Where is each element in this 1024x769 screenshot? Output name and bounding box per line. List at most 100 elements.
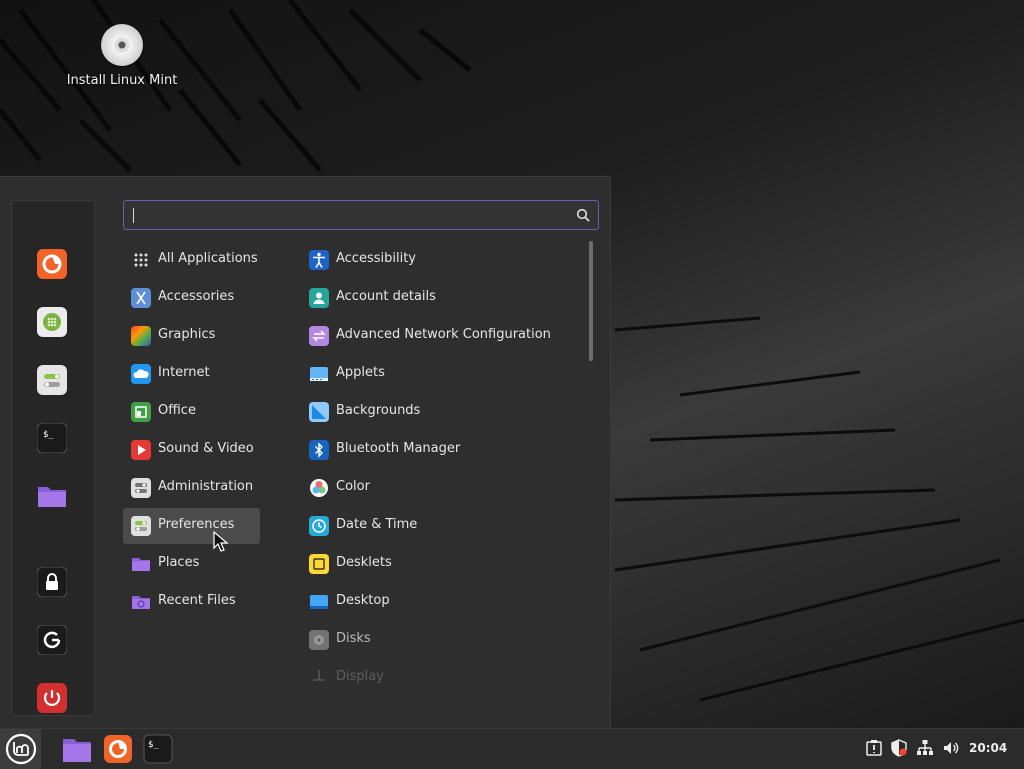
favorite-software-manager[interactable] <box>37 307 67 337</box>
app-label: Applets <box>336 365 385 380</box>
app-applets[interactable]: Applets <box>301 356 581 392</box>
bottom-panel: $_ 20:04 <box>0 728 1024 769</box>
panel-launcher-firefox[interactable] <box>102 733 134 765</box>
svg-text:$_: $_ <box>148 740 159 750</box>
applets-icon <box>309 364 329 384</box>
category-label: Administration <box>158 479 254 494</box>
app-label: Accessibility <box>336 251 416 266</box>
app-label: Display <box>336 669 384 684</box>
svg-text:$_: $_ <box>43 430 54 440</box>
app-label: Disks <box>336 631 371 646</box>
desktop-icon-install-linux-mint[interactable]: Install Linux Mint <box>62 24 182 88</box>
search-box[interactable] <box>123 200 599 230</box>
desklets-icon <box>309 554 329 574</box>
app-desktop[interactable]: Desktop <box>301 584 581 620</box>
disc-icon <box>101 24 143 66</box>
clock-icon <box>309 516 329 536</box>
category-internet[interactable]: Internet <box>123 356 260 392</box>
update-shield-icon[interactable] <box>890 739 908 757</box>
terminal-icon: $_ <box>143 734 173 764</box>
bluetooth-icon <box>309 440 329 460</box>
folder-icon <box>63 739 91 762</box>
category-office[interactable]: Office <box>123 394 260 430</box>
accessibility-icon <box>309 250 329 270</box>
lock-screen-button[interactable] <box>37 567 67 597</box>
category-graphics[interactable]: Graphics <box>123 318 260 354</box>
favorite-firefox[interactable] <box>37 249 67 279</box>
disks-icon <box>309 630 329 650</box>
panel-launcher-terminal[interactable]: $_ <box>142 733 174 765</box>
panel-clock[interactable]: 20:04 <box>969 741 1007 755</box>
app-bluetooth-manager[interactable]: Bluetooth Manager <box>301 432 581 468</box>
app-label: Desktop <box>336 593 390 608</box>
settings-icon <box>37 365 67 395</box>
firefox-icon <box>37 249 67 279</box>
favorite-files[interactable] <box>37 481 67 511</box>
app-account-details[interactable]: Account details <box>301 280 581 316</box>
app-label: Account details <box>336 289 436 304</box>
category-label: All Applications <box>158 251 258 266</box>
scissors-icon <box>131 288 151 308</box>
favorite-system-settings[interactable] <box>37 365 67 395</box>
notifications-icon[interactable] <box>865 739 883 757</box>
favorite-terminal[interactable]: $_ <box>37 423 67 453</box>
office-icon <box>131 402 151 422</box>
category-recent-files[interactable]: Recent Files <box>123 584 260 620</box>
category-accessories[interactable]: Accessories <box>123 280 260 316</box>
app-label: Advanced Network Configuration <box>336 327 551 342</box>
cloud-icon <box>131 364 151 384</box>
category-all-applications[interactable]: All Applications <box>123 242 260 278</box>
panel-launcher-files[interactable] <box>61 733 93 765</box>
toggles-icon <box>131 516 151 536</box>
color-icon <box>309 478 329 498</box>
desktop-icon-label: Install Linux Mint <box>66 73 178 88</box>
volume-icon[interactable] <box>942 739 960 757</box>
search-input[interactable] <box>138 205 562 227</box>
shutdown-button[interactable] <box>37 683 67 713</box>
category-preferences[interactable]: Preferences <box>123 508 260 544</box>
category-places[interactable]: Places <box>123 546 260 582</box>
desktop-icon <box>309 592 329 612</box>
folder-icon <box>38 487 66 507</box>
display-icon <box>309 668 329 688</box>
app-advanced-network-configuration[interactable]: Advanced Network Configuration <box>301 318 581 354</box>
app-display[interactable]: Display <box>301 660 581 696</box>
application-menu: $_ All Applications Accessories Graphics <box>0 176 611 728</box>
category-label: Graphics <box>158 327 216 342</box>
grid-icon <box>131 250 151 270</box>
logout-button[interactable] <box>37 625 67 655</box>
graphics-icon <box>131 326 151 346</box>
account-icon <box>309 288 329 308</box>
folder-icon <box>131 554 151 574</box>
app-color[interactable]: Color <box>301 470 581 506</box>
app-disks[interactable]: Disks <box>301 622 581 658</box>
app-backgrounds[interactable]: Backgrounds <box>301 394 581 430</box>
app-label: Desklets <box>336 555 392 570</box>
category-label: Recent Files <box>158 593 236 608</box>
recent-folder-icon <box>131 592 151 612</box>
app-label: Date & Time <box>336 517 418 532</box>
apps-scrollbar[interactable] <box>589 241 593 361</box>
category-label: Office <box>158 403 196 418</box>
app-label: Color <box>336 479 370 494</box>
app-accessibility[interactable]: Accessibility <box>301 242 581 278</box>
mouse-pointer-icon <box>213 531 229 552</box>
category-sound-video[interactable]: Sound & Video <box>123 432 260 468</box>
backgrounds-icon <box>309 402 329 422</box>
mint-menu-button[interactable] <box>0 729 41 769</box>
category-label: Accessories <box>158 289 235 304</box>
category-administration[interactable]: Administration <box>123 470 260 506</box>
lock-icon <box>37 567 67 597</box>
favorites-sidebar: $_ <box>11 200 95 716</box>
app-desklets[interactable]: Desklets <box>301 546 581 582</box>
category-label: Internet <box>158 365 210 380</box>
logout-icon <box>37 625 67 655</box>
network-icon[interactable] <box>916 739 934 757</box>
category-label: Places <box>158 555 200 570</box>
category-label: Preferences <box>158 517 235 532</box>
terminal-icon: $_ <box>37 423 67 453</box>
app-date-time[interactable]: Date & Time <box>301 508 581 544</box>
app-label: Bluetooth Manager <box>336 441 461 456</box>
app-label: Backgrounds <box>336 403 421 418</box>
search-icon[interactable] <box>576 208 590 222</box>
